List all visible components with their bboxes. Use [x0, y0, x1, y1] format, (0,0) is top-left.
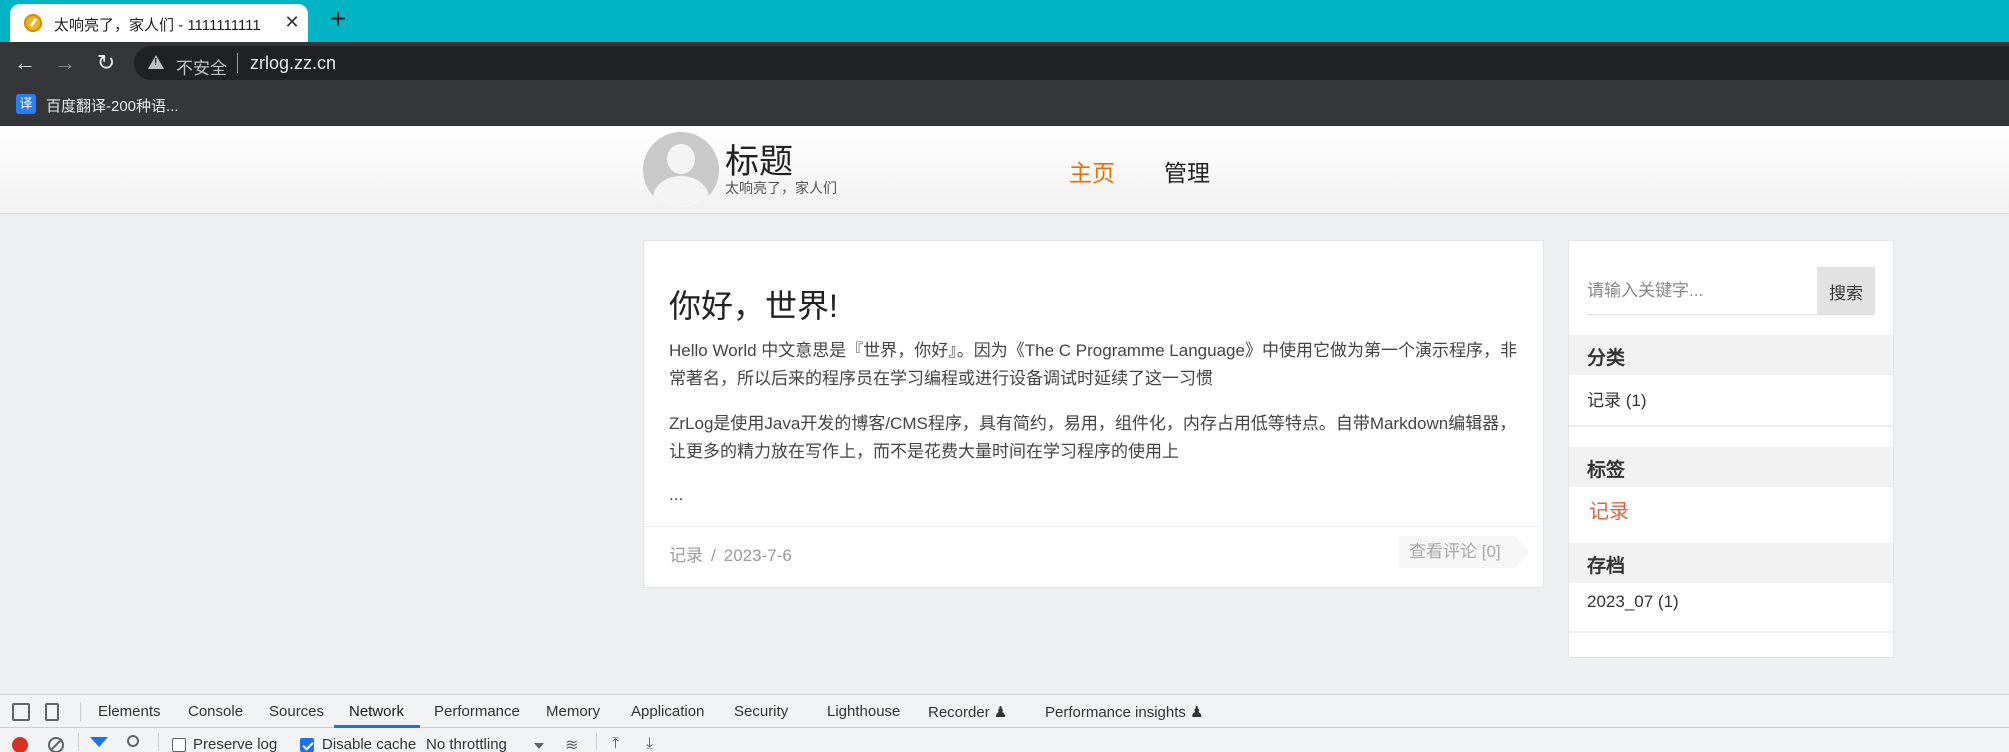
browser-toolbar: ← → ↻ 不安全 zrlog.zz.cn	[0, 42, 2009, 84]
tab-performance[interactable]: Performance	[434, 703, 520, 720]
back-arrow-icon[interactable]: ←	[12, 50, 38, 76]
categories-heading: 分类	[1569, 335, 1893, 375]
divider	[644, 526, 1545, 527]
new-tab-button[interactable]: +	[324, 5, 352, 33]
tab-security[interactable]: Security	[734, 703, 788, 720]
divider	[78, 733, 79, 751]
site-header: 标题 太响亮了，家人们 主页 管理	[0, 126, 2009, 214]
disable-cache-label[interactable]: Disable cache	[322, 736, 416, 752]
throttling-select[interactable]: No throttling	[426, 736, 507, 752]
post-ellipsis: ...	[669, 485, 684, 504]
nav-home-link[interactable]: 主页	[1069, 154, 1115, 188]
post-paragraph: ZrLog是使用Java开发的博客/CMS程序，具有简约，易用，组件化，内存占用…	[669, 414, 1517, 461]
tab-elements[interactable]: Elements	[98, 703, 161, 720]
search-icon[interactable]	[127, 735, 139, 747]
disable-cache-checkbox[interactable]	[300, 738, 314, 752]
site-title[interactable]: 标题	[725, 134, 793, 183]
meta-separator: /	[711, 546, 716, 565]
archive-item[interactable]: 2023_07 (1)	[1587, 592, 1679, 612]
bookmark-baidu-translate[interactable]: 百度翻译-200种语...	[46, 95, 179, 116]
tab-lighthouse[interactable]: Lighthouse	[827, 703, 900, 720]
post-title[interactable]: 你好，世界!	[669, 281, 838, 327]
post-date: 2023-7-6	[723, 546, 792, 565]
security-label[interactable]: 不安全	[176, 54, 227, 79]
preserve-log-label[interactable]: Preserve log	[193, 736, 277, 752]
network-conditions-icon[interactable]: ≋	[565, 735, 578, 752]
site-subtitle: 太响亮了，家人们	[725, 180, 837, 196]
post-category-link[interactable]: 记录	[669, 546, 703, 565]
url-text[interactable]: zrlog.zz.cn	[250, 53, 336, 74]
divider	[1569, 425, 1893, 427]
address-bar[interactable]: 不安全 zrlog.zz.cn	[134, 46, 2009, 80]
avatar-head	[667, 144, 695, 174]
search-button[interactable]: 搜索	[1817, 267, 1875, 315]
search-input[interactable]	[1587, 267, 1821, 315]
bookmarks-bar: 译 百度翻译-200种语...	[0, 84, 2009, 126]
export-har-icon[interactable]: ⤓	[646, 735, 653, 752]
post-paragraph: Hello World 中文意思是『世界，你好』。因为《The C Progra…	[669, 341, 1517, 388]
device-toolbar-icon[interactable]	[45, 703, 59, 721]
forward-arrow-icon[interactable]: →	[52, 50, 78, 76]
clear-icon[interactable]	[48, 737, 64, 752]
tab-sources[interactable]: Sources	[269, 703, 324, 720]
tab-network[interactable]: Network	[349, 703, 404, 720]
sidebar: 搜索 分类 记录 (1) 标签 记录 存档 2023_07 (1)	[1568, 240, 1894, 658]
translate-icon[interactable]: 译	[16, 94, 36, 114]
browser-tab-active[interactable]: 太响亮了，家人们 - 1111111111 ✕	[10, 4, 308, 42]
post-meta: 记录 / 2023-7-6	[669, 541, 792, 566]
divider	[237, 53, 238, 73]
divider	[80, 703, 81, 721]
nav-admin-link[interactable]: 管理	[1164, 154, 1210, 188]
import-har-icon[interactable]: ⤒	[612, 735, 619, 752]
divider	[596, 733, 597, 751]
browser-tab-strip: 太响亮了，家人们 - 1111111111 ✕ +	[0, 0, 2009, 42]
archive-heading: 存档	[1569, 543, 1893, 583]
tab-recorder[interactable]: Recorder ♟	[928, 703, 1007, 721]
tab-memory[interactable]: Memory	[546, 703, 600, 720]
close-tab-icon[interactable]: ✕	[281, 11, 303, 33]
tab-application[interactable]: Application	[631, 703, 704, 720]
devtools-tabbar: Elements Console Sources Network Perform…	[0, 695, 2009, 728]
network-toolbar: Preserve log Disable cache No throttling…	[0, 729, 2009, 752]
tab-performance-insights[interactable]: Performance insights ♟	[1045, 703, 1204, 721]
avatar[interactable]	[643, 132, 719, 208]
warning-icon[interactable]	[148, 55, 164, 69]
devtools-panel: Elements Console Sources Network Perform…	[0, 694, 2009, 752]
reload-icon[interactable]: ↻	[93, 50, 119, 76]
site-favicon-icon	[24, 14, 42, 32]
tab-console[interactable]: Console	[188, 703, 243, 720]
tags-heading: 标签	[1569, 447, 1893, 487]
divider	[158, 733, 159, 751]
avatar-body	[653, 176, 709, 208]
filter-icon[interactable]	[90, 737, 108, 747]
view-comments-link[interactable]: 查看评论 [0]	[1399, 536, 1529, 568]
divider	[1569, 631, 1893, 633]
tab-title: 太响亮了，家人们 - 1111111111	[54, 17, 261, 34]
preserve-log-checkbox[interactable]	[172, 738, 186, 752]
inspect-element-icon[interactable]	[12, 703, 30, 721]
tag-link[interactable]: 记录	[1589, 495, 1629, 524]
category-item[interactable]: 记录 (1)	[1587, 386, 1647, 411]
chevron-down-icon[interactable]	[534, 743, 544, 749]
active-tab-indicator	[334, 725, 420, 728]
post-card: 你好，世界! Hello World 中文意思是『世界，你好』。因为《The C…	[643, 240, 1545, 588]
record-icon[interactable]	[12, 737, 28, 752]
